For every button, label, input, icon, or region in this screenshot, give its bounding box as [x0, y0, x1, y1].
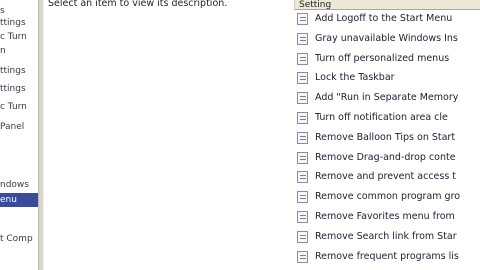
setting-label: Remove and prevent access t: [315, 171, 457, 182]
policy-setting-icon: [297, 211, 308, 223]
setting-row[interactable]: Remove and prevent access t: [294, 168, 480, 186]
setting-row[interactable]: Add "Run in Separate Memory: [294, 89, 480, 107]
setting-row[interactable]: Turn off personalized menus: [294, 50, 480, 68]
setting-label: Gray unavailable Windows Ins: [315, 33, 458, 44]
tree-item[interactable]: enu: [0, 193, 38, 207]
setting-label: Turn off personalized menus: [315, 53, 450, 64]
policy-setting-icon: [297, 112, 308, 124]
tree-item[interactable]: t Comp: [0, 232, 33, 246]
setting-row[interactable]: Remove Search link from Star: [294, 228, 480, 246]
policy-setting-icon: [297, 132, 308, 144]
description-pane: Select an item to view its description.: [44, 0, 294, 270]
setting-row[interactable]: Remove frequent programs lis: [294, 248, 480, 266]
setting-row[interactable]: Remove Favorites menu from: [294, 208, 480, 226]
policy-setting-icon: [297, 231, 308, 243]
setting-row[interactable]: Add Logoff to the Start Menu: [294, 10, 480, 28]
policy-setting-icon: [297, 13, 308, 25]
setting-row[interactable]: Remove Drag-and-drop conte: [294, 149, 480, 167]
settings-list: Setting Add Logoff to the Start Menu Gray…: [294, 0, 480, 270]
setting-row[interactable]: Turn off notification area cle: [294, 109, 480, 127]
setting-label: Remove Balloon Tips on Start: [315, 132, 456, 143]
policy-setting-icon: [297, 53, 308, 65]
policy-setting-icon: [297, 92, 308, 104]
tree-item[interactable]: ttings: [0, 16, 26, 30]
tree-item[interactable]: ttings: [0, 64, 26, 78]
setting-label: Turn off notification area cle: [315, 112, 448, 123]
policy-setting-icon: [297, 152, 308, 164]
tree-item[interactable]: c Turn: [0, 100, 27, 114]
setting-row[interactable]: Lock the Taskbar: [294, 69, 480, 87]
tree-item[interactable]: ttings: [0, 82, 26, 96]
policy-setting-icon: [297, 251, 308, 263]
setting-label: Lock the Taskbar: [315, 72, 395, 83]
policy-setting-icon: [297, 191, 308, 203]
tree-item[interactable]: Panel: [0, 120, 24, 134]
policy-setting-icon: [297, 33, 308, 45]
setting-label: Add Logoff to the Start Menu: [315, 13, 453, 24]
policy-setting-icon: [297, 72, 308, 84]
setting-label: Remove frequent programs lis: [315, 251, 459, 262]
setting-label: Remove Favorites menu from: [315, 211, 455, 222]
setting-row[interactable]: Remove common program gro: [294, 188, 480, 206]
policy-setting-icon: [297, 171, 308, 183]
setting-column-header[interactable]: Setting: [294, 0, 480, 10]
setting-row[interactable]: Gray unavailable Windows Ins: [294, 30, 480, 48]
setting-label: Add "Run in Separate Memory: [315, 92, 459, 103]
tree-item[interactable]: n: [0, 44, 6, 58]
setting-row[interactable]: Remove Balloon Tips on Start: [294, 129, 480, 147]
setting-label: Remove Drag-and-drop conte: [315, 152, 456, 163]
tree-item[interactable]: ndows: [0, 178, 29, 192]
tree-item[interactable]: c Turn: [0, 30, 27, 44]
tree-pane: s ttings c Turn n ttings ttings c Turn Panel ndo…: [0, 0, 38, 270]
setting-label: Remove Search link from Star: [315, 231, 457, 242]
setting-label: Remove common program gro: [315, 191, 461, 202]
description-text: Select an item to view its description.: [48, 0, 228, 9]
